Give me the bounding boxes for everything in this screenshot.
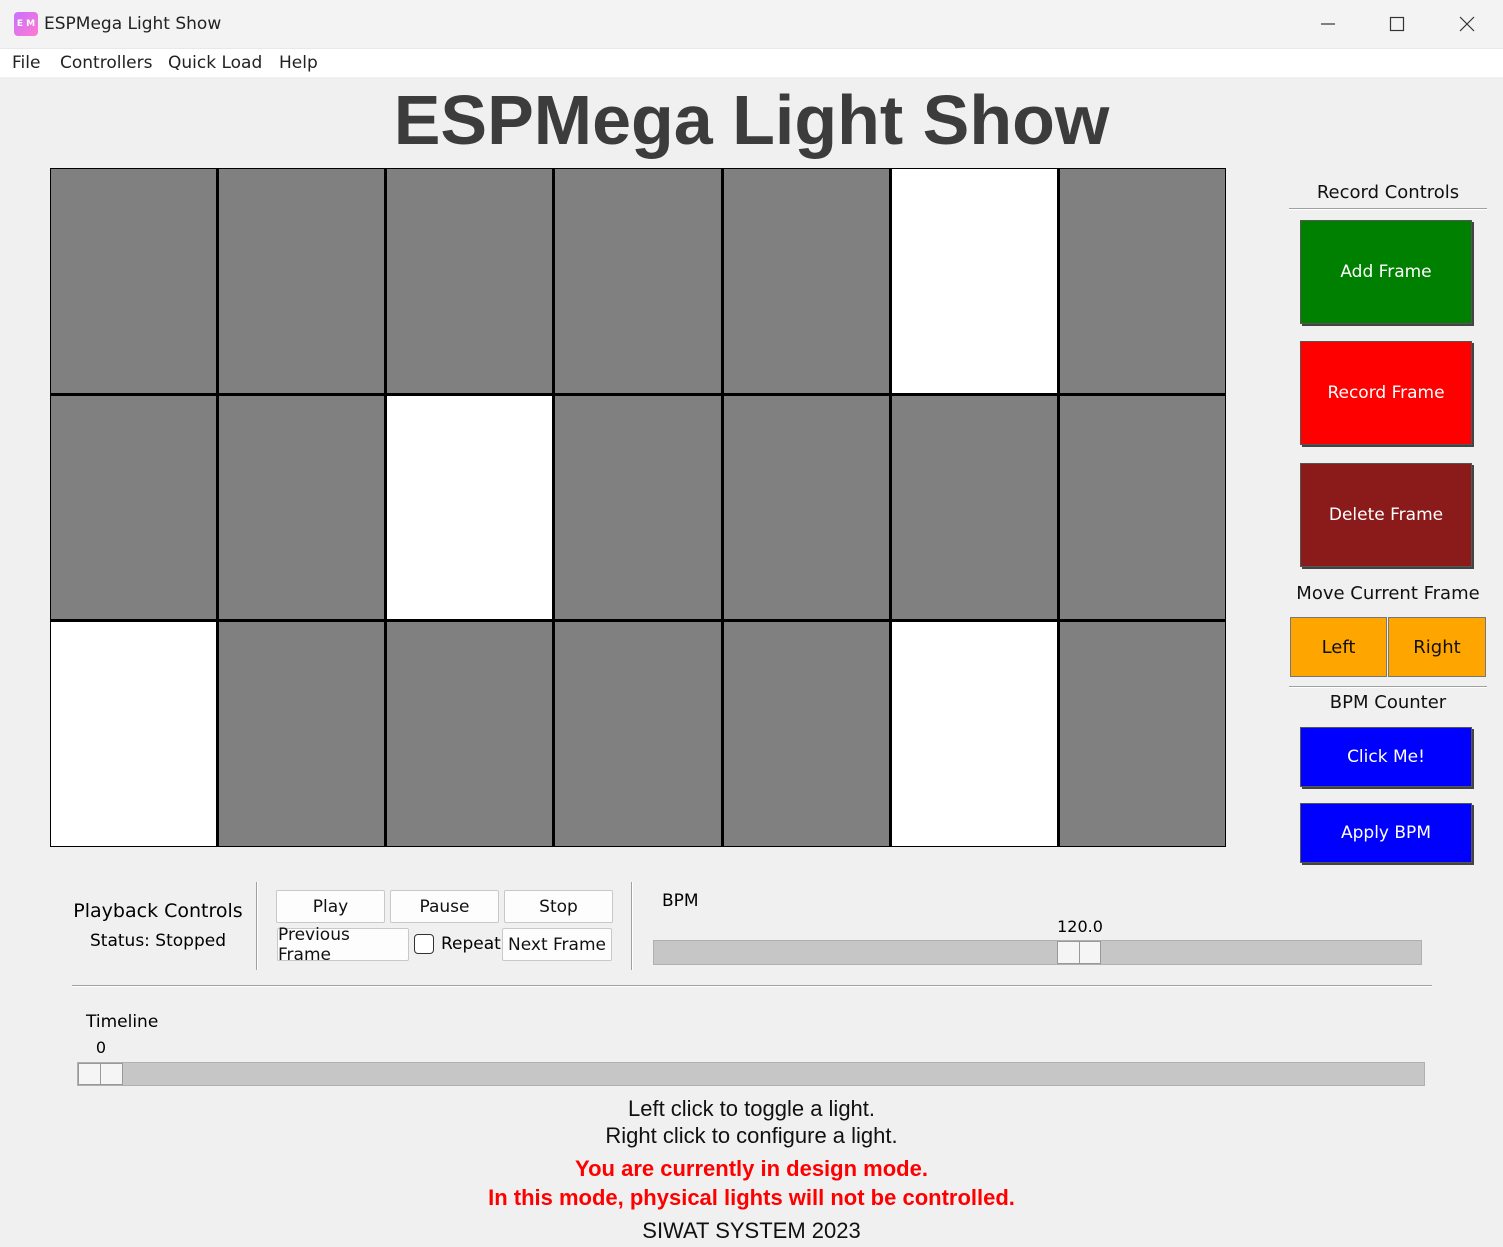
light-cell-r3-c2[interactable] xyxy=(219,622,385,846)
playback-status: Status: Stopped xyxy=(90,931,226,951)
repeat-checkbox[interactable] xyxy=(414,934,434,954)
light-cell-r3-c6[interactable] xyxy=(891,622,1057,846)
minimize-icon xyxy=(1321,23,1335,25)
stop-button[interactable]: Stop xyxy=(504,890,613,923)
previous-frame-button[interactable]: Previous Frame xyxy=(277,925,409,965)
light-cell-r2-c7[interactable] xyxy=(1059,395,1225,620)
bpm-slider-thumb[interactable] xyxy=(1057,941,1101,964)
separator xyxy=(1289,208,1487,210)
footer-credit: SIWAT SYSTEM 2023 xyxy=(642,1218,861,1243)
light-cell-r2-c2[interactable] xyxy=(219,395,385,620)
light-cell-r1-c4[interactable] xyxy=(555,169,721,393)
light-cell-r3-c7[interactable] xyxy=(1059,622,1225,846)
light-cell-r3-c5[interactable] xyxy=(723,622,889,846)
light-cell-r3-c4[interactable] xyxy=(555,622,721,846)
separator xyxy=(72,985,1432,987)
design-mode-warning: You are currently in design mode. xyxy=(575,1156,928,1181)
page-title: ESPMega Light Show xyxy=(393,81,1110,159)
timeline-slider[interactable] xyxy=(77,1062,1425,1086)
light-cell-r1-c3[interactable] xyxy=(387,169,553,393)
light-grid xyxy=(50,168,1226,847)
design-mode-warning-detail: In this mode, physical lights will not b… xyxy=(488,1185,1015,1210)
delete-frame-button[interactable]: Delete Frame xyxy=(1300,463,1472,567)
menu-bar: File Controllers Quick Load Help xyxy=(0,48,1503,77)
pause-button[interactable]: Pause xyxy=(390,890,499,923)
add-frame-button[interactable]: Add Frame xyxy=(1300,220,1472,324)
light-cell-r1-c7[interactable] xyxy=(1059,169,1225,393)
separator xyxy=(631,882,633,970)
close-icon xyxy=(1459,16,1475,32)
menu-file[interactable]: File xyxy=(12,53,40,73)
light-cell-r2-c5[interactable] xyxy=(723,395,889,620)
separator xyxy=(256,882,258,970)
play-button[interactable]: Play xyxy=(276,890,385,923)
bpm-label: BPM xyxy=(662,891,699,911)
light-cell-r2-c4[interactable] xyxy=(555,395,721,620)
light-cell-r2-c3[interactable] xyxy=(387,395,553,620)
move-frame-label: Move Current Frame xyxy=(1296,583,1480,604)
move-right-button[interactable]: Right xyxy=(1388,617,1486,677)
light-cell-r1-c5[interactable] xyxy=(723,169,889,393)
timeline-value: 0 xyxy=(95,1038,107,1057)
apply-bpm-button[interactable]: Apply BPM xyxy=(1300,803,1472,863)
record-frame-button[interactable]: Record Frame xyxy=(1300,341,1472,445)
light-cell-r1-c1[interactable] xyxy=(51,169,217,393)
maximize-button[interactable] xyxy=(1362,0,1432,48)
menu-help[interactable]: Help xyxy=(279,53,318,73)
light-cell-r3-c3[interactable] xyxy=(387,622,553,846)
title-bar: E M ESPMega Light Show xyxy=(0,0,1503,48)
maximize-icon xyxy=(1389,16,1405,32)
light-cell-r3-c1[interactable] xyxy=(51,622,217,846)
light-cell-r2-c6[interactable] xyxy=(891,395,1057,620)
close-button[interactable] xyxy=(1432,0,1502,48)
menu-quick-load[interactable]: Quick Load xyxy=(168,53,262,73)
minimize-button[interactable] xyxy=(1293,0,1363,48)
menu-controllers[interactable]: Controllers xyxy=(60,53,152,73)
timeline-slider-thumb[interactable] xyxy=(78,1063,123,1085)
light-cell-r1-c6[interactable] xyxy=(891,169,1057,393)
timeline-label: Timeline xyxy=(86,1012,159,1032)
light-cell-r2-c1[interactable] xyxy=(51,395,217,620)
light-cell-r1-c2[interactable] xyxy=(219,169,385,393)
playback-controls-label: Playback Controls xyxy=(73,900,243,922)
window-title: ESPMega Light Show xyxy=(44,14,222,34)
bpm-slider[interactable] xyxy=(653,940,1422,965)
repeat-label: Repeat xyxy=(441,934,501,954)
bpm-counter-label: BPM Counter xyxy=(1329,692,1447,713)
app-logo-icon: E M xyxy=(14,12,38,36)
bpm-value: 120.0 xyxy=(1057,917,1103,936)
record-controls-label: Record Controls xyxy=(1316,182,1460,203)
instruction-right-click: Right click to configure a light. xyxy=(605,1123,898,1148)
separator xyxy=(1289,686,1487,688)
move-left-button[interactable]: Left xyxy=(1290,617,1387,677)
click-me-button[interactable]: Click Me! xyxy=(1300,727,1472,787)
instruction-left-click: Left click to toggle a light. xyxy=(627,1096,876,1121)
next-frame-button[interactable]: Next Frame xyxy=(502,928,612,961)
